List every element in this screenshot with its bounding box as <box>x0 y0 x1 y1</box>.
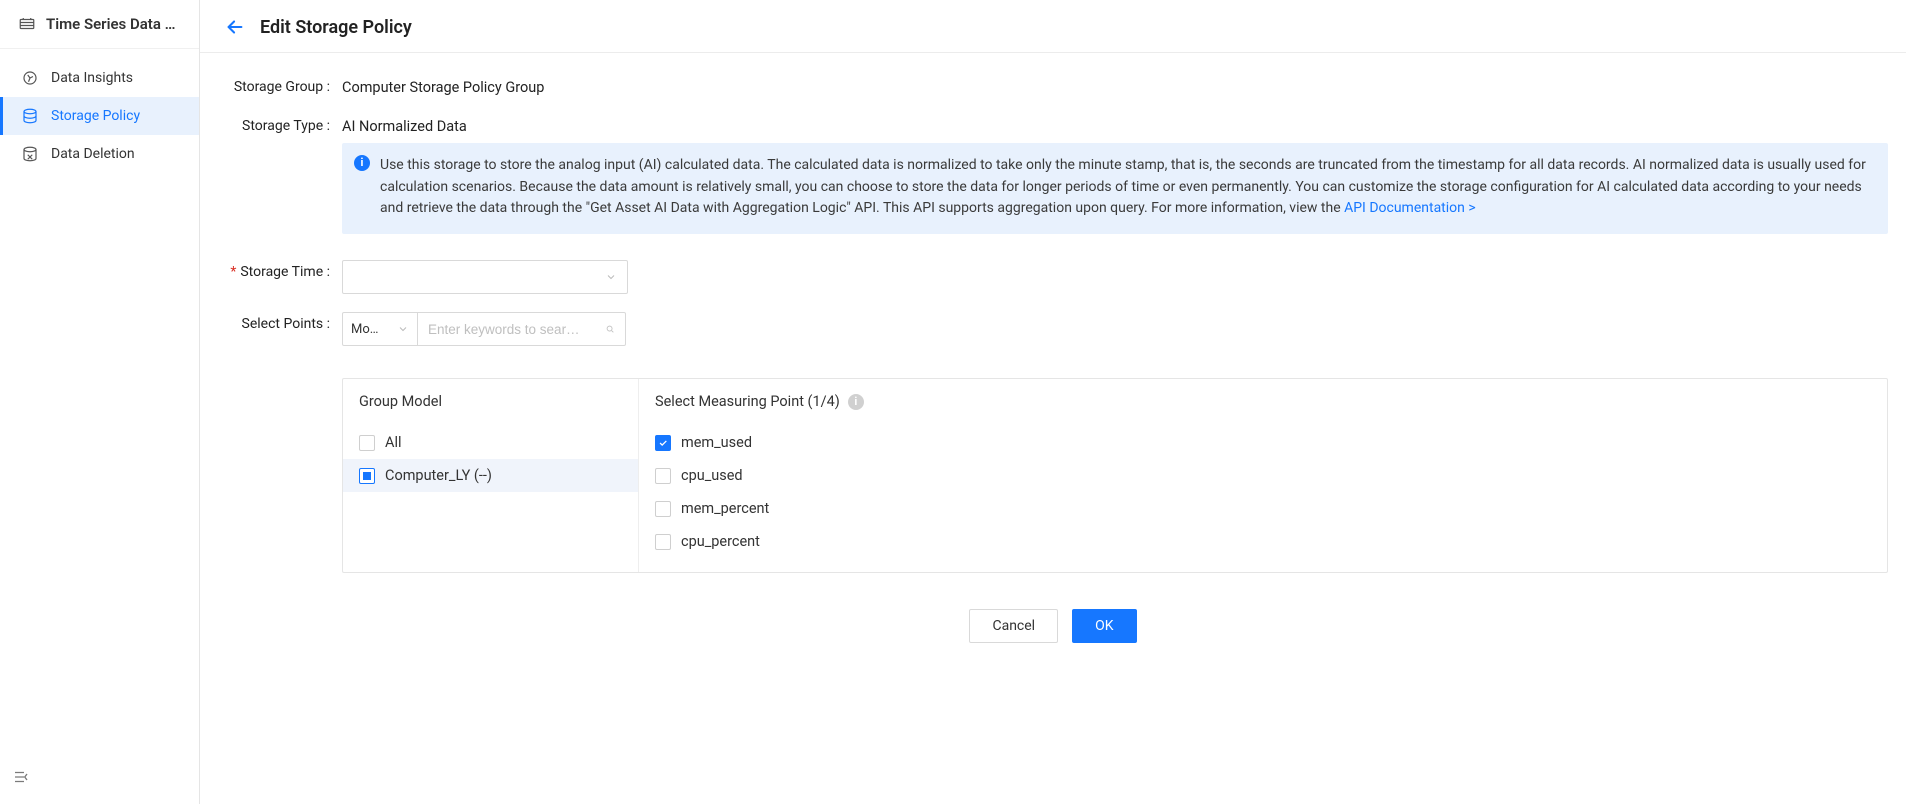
row-storage-time: *Storage Time : <box>218 260 1888 294</box>
sidebar-item-data-insights[interactable]: Data Insights <box>0 59 199 97</box>
group-model-row[interactable]: Computer_LY (--) <box>343 459 638 492</box>
sidebar-item-label: Data Insights <box>51 70 133 86</box>
api-documentation-link[interactable]: API Documentation > <box>1344 200 1476 216</box>
main: Edit Storage Policy Storage Group : Comp… <box>200 0 1906 804</box>
measuring-point-list: mem_used cpu_used mem_percent cpu_percent <box>639 424 1539 572</box>
label-storage-time: *Storage Time : <box>218 260 336 280</box>
measuring-point-row[interactable]: cpu_percent <box>639 525 1539 558</box>
sidebar-title: Time Series Data … <box>46 15 176 33</box>
insights-icon <box>21 69 39 87</box>
group-model-label: All <box>385 434 402 451</box>
main-header: Edit Storage Policy <box>200 0 1906 53</box>
measuring-point-label: mem_used <box>681 434 752 451</box>
app-root: Time Series Data … Data Insights Storage… <box>0 0 1906 804</box>
row-select-points: Select Points : Mo… <box>218 312 1888 573</box>
points-table: Group Model All Computer_LY (--) Select M… <box>342 378 1888 573</box>
group-model-column: Group Model All Computer_LY (--) <box>343 379 639 572</box>
points-search-box[interactable] <box>418 312 626 346</box>
search-icon <box>605 322 615 336</box>
measuring-point-row[interactable]: mem_used <box>639 426 1539 459</box>
measuring-point-header: Select Measuring Point (1/4) i <box>639 379 1539 424</box>
checkbox[interactable] <box>655 534 671 550</box>
checkbox[interactable] <box>655 468 671 484</box>
points-search-input[interactable] <box>428 322 605 337</box>
collapse-icon[interactable] <box>12 768 30 786</box>
form-content: Storage Group : Computer Storage Policy … <box>200 53 1906 693</box>
sidebar-header: Time Series Data … <box>0 0 199 49</box>
measuring-point-row[interactable]: mem_percent <box>639 492 1539 525</box>
back-button[interactable] <box>224 16 246 38</box>
chevron-down-icon <box>397 323 409 335</box>
storage-time-select[interactable] <box>342 260 628 294</box>
page-title: Edit Storage Policy <box>260 17 412 38</box>
measuring-point-row[interactable]: cpu_used <box>639 459 1539 492</box>
checkbox[interactable] <box>359 468 375 484</box>
footer-actions: Cancel OK <box>218 573 1888 663</box>
sidebar-item-data-deletion[interactable]: Data Deletion <box>0 135 199 173</box>
checkbox[interactable] <box>655 501 671 517</box>
info-icon: i <box>354 155 370 171</box>
help-icon[interactable]: i <box>848 394 864 410</box>
value-storage-type: AI Normalized Data <box>342 114 1888 135</box>
group-model-label: Computer_LY (--) <box>385 467 492 484</box>
points-controls: Mo… <box>342 312 1888 346</box>
measuring-point-label: cpu_used <box>681 467 743 484</box>
ok-button[interactable]: OK <box>1072 609 1136 643</box>
sidebar-nav: Data Insights Storage Policy Data Deleti… <box>0 49 199 173</box>
measuring-point-label: cpu_percent <box>681 533 760 550</box>
sidebar-item-label: Storage Policy <box>51 108 140 124</box>
info-text: Use this storage to store the analog inp… <box>380 157 1866 216</box>
measuring-point-label: mem_percent <box>681 500 769 517</box>
value-storage-group: Computer Storage Policy Group <box>342 75 1888 96</box>
label-storage-group: Storage Group : <box>218 75 336 95</box>
sidebar-item-storage-policy[interactable]: Storage Policy <box>0 97 199 135</box>
checkbox[interactable] <box>359 435 375 451</box>
info-box: i Use this storage to store the analog i… <box>342 143 1888 234</box>
group-model-header: Group Model <box>343 379 638 424</box>
group-model-row[interactable]: All <box>343 426 638 459</box>
mode-select[interactable]: Mo… <box>342 312 418 346</box>
storage-policy-icon <box>21 107 39 125</box>
sidebar-footer <box>0 754 199 804</box>
measuring-point-column: Select Measuring Point (1/4) i mem_usedc… <box>639 379 1539 572</box>
module-icon <box>18 15 36 33</box>
label-select-points: Select Points : <box>218 312 336 332</box>
label-storage-type: Storage Type : <box>218 114 336 134</box>
row-storage-type: Storage Type : AI Normalized Data i Use … <box>218 114 1888 234</box>
sidebar: Time Series Data … Data Insights Storage… <box>0 0 200 804</box>
sidebar-item-label: Data Deletion <box>51 146 135 162</box>
checkbox[interactable] <box>655 435 671 451</box>
mode-select-value: Mo… <box>351 322 378 337</box>
row-storage-group: Storage Group : Computer Storage Policy … <box>218 75 1888 96</box>
cancel-button[interactable]: Cancel <box>969 609 1058 643</box>
chevron-down-icon <box>605 271 617 283</box>
group-model-list: All Computer_LY (--) <box>343 424 638 506</box>
arrow-left-icon <box>224 16 246 38</box>
data-deletion-icon <box>21 145 39 163</box>
